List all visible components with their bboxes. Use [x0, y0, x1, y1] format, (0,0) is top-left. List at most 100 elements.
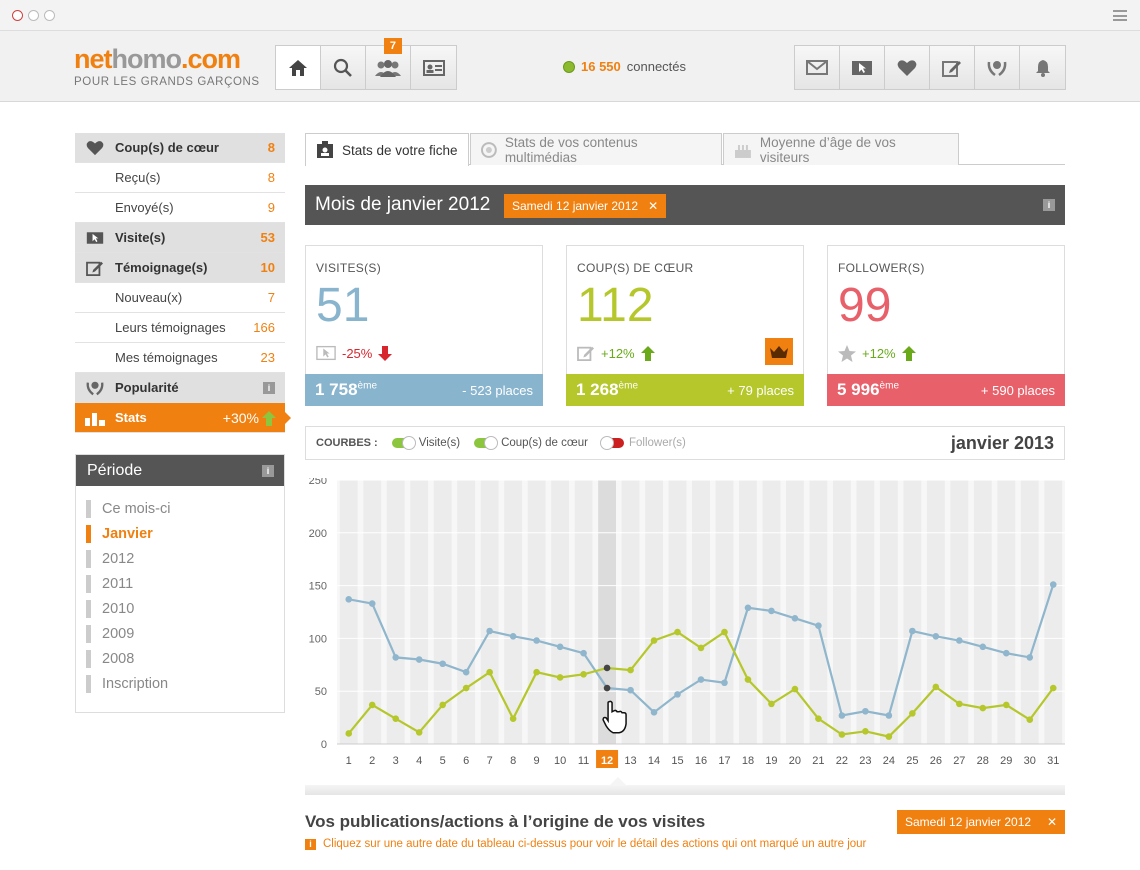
card-rank: 5 996ème: [837, 380, 899, 399]
card-places: + 79 places: [727, 382, 794, 398]
delta-value: +12%: [862, 346, 896, 361]
period-item[interactable]: 2009: [86, 625, 284, 650]
x-tick-label: 17: [718, 755, 730, 767]
popularity-button[interactable]: [975, 46, 1020, 89]
tab-stats-multimedia[interactable]: Stats de vos contenus multimédias: [470, 133, 722, 165]
data-point: [462, 684, 470, 692]
toggle-switch[interactable]: [474, 436, 499, 450]
toggle-followers[interactable]: Follower(s): [598, 436, 686, 450]
sidebar-item-coups[interactable]: Coup(s) de cœur 8: [75, 133, 285, 163]
day-column: [457, 480, 476, 744]
data-point: [462, 668, 470, 676]
sidebar-item-label: Envoyé(s): [115, 200, 174, 215]
data-point: [556, 643, 564, 651]
window-chrome: [0, 0, 1140, 31]
close-icon[interactable]: ✕: [1047, 815, 1057, 829]
period-item[interactable]: 2010: [86, 600, 284, 625]
hamburger-icon[interactable]: [1113, 10, 1127, 21]
month-title: Mois de janvier 2012: [315, 194, 491, 215]
toggle-coups[interactable]: Coup(s) de cœur: [470, 436, 588, 450]
cursor-icon: [316, 345, 336, 361]
write-button[interactable]: [930, 46, 975, 89]
data-point: [885, 712, 893, 719]
day-column: [1044, 480, 1063, 744]
data-point: [627, 666, 634, 674]
day-column: [480, 480, 499, 744]
data-point: [580, 671, 587, 678]
publications-date-pill[interactable]: Samedi 12 janvier 2012 ✕: [897, 810, 1065, 834]
selected-date-pill[interactable]: Samedi 12 janvier 2012 ✕: [504, 194, 667, 218]
day-column: [621, 480, 640, 744]
profile-card-button[interactable]: [411, 46, 456, 89]
minimize-dot[interactable]: [28, 10, 39, 21]
data-point: [697, 676, 705, 683]
search-button[interactable]: [321, 46, 366, 89]
toggle-switch[interactable]: [391, 436, 416, 450]
sidebar-item-popularite[interactable]: Popularité i: [75, 373, 285, 403]
data-point: [721, 679, 728, 687]
data-point: [1002, 649, 1010, 657]
data-point: [486, 668, 493, 676]
sidebar-item-recus[interactable]: Reçu(s) 8: [75, 163, 285, 193]
stat-card[interactable]: COUP(S) DE CŒUR 112 +12% 1 268ème + 79 place…: [566, 245, 804, 406]
sidebar-item-leurs[interactable]: Leurs témoignages 166: [75, 313, 285, 343]
sidebar-item-nouveaux[interactable]: Nouveau(x) 7: [75, 283, 285, 313]
home-button[interactable]: [276, 46, 321, 89]
stat-card[interactable]: VISITES(S) 51 -25% 1 758ème - 523 places: [305, 245, 543, 406]
notifications-button[interactable]: [1020, 46, 1065, 89]
sidebar-item-count: 7: [267, 290, 275, 305]
data-point: [603, 664, 611, 672]
x-tick-label: 27: [953, 755, 965, 767]
day-column: [1020, 480, 1039, 744]
period-item[interactable]: 2012: [86, 550, 284, 575]
id-badge-icon: [317, 141, 333, 158]
tab-stats-fiche[interactable]: Stats de votre fiche: [305, 133, 469, 166]
stat-card[interactable]: FOLLOWER(S) 99 +12% 5 996ème + 590 places: [827, 245, 1065, 406]
info-icon[interactable]: i: [262, 465, 274, 477]
close-icon[interactable]: ✕: [648, 199, 658, 213]
toggle-visites[interactable]: Visite(s): [388, 436, 460, 450]
day-column: [903, 480, 922, 744]
info-icon[interactable]: i: [263, 382, 275, 394]
y-tick-label: 200: [309, 528, 327, 540]
period-item[interactable]: Janvier: [86, 525, 284, 550]
data-point: [533, 637, 540, 644]
data-point: [979, 643, 987, 651]
period-item[interactable]: Inscription: [86, 675, 284, 700]
logo[interactable]: nethomo.com: [74, 44, 241, 75]
x-tick-label: 18: [742, 755, 754, 767]
tab-label: Stats de votre fiche: [342, 142, 458, 158]
day-column: [715, 480, 734, 744]
info-icon[interactable]: i: [1043, 199, 1055, 211]
data-point: [345, 596, 353, 603]
active-pointer: [285, 412, 291, 424]
toggle-switch[interactable]: [599, 436, 624, 450]
visits-button[interactable]: [840, 46, 885, 89]
laurel-icon: [86, 381, 104, 395]
day-column: [410, 480, 429, 744]
messages-button[interactable]: [795, 46, 840, 89]
period-header: Période i: [76, 455, 284, 486]
info-icon: i: [305, 838, 316, 850]
sidebar-item-stats[interactable]: Stats +30%: [75, 403, 291, 433]
sidebar-item-envoyes[interactable]: Envoyé(s) 9: [75, 193, 285, 223]
online-status: 16 550 connectés: [563, 59, 686, 74]
sidebar-item-visites[interactable]: Visite(s) 53: [75, 223, 285, 253]
friends-button[interactable]: 7: [366, 38, 411, 89]
x-tick-label: 13: [624, 755, 636, 767]
period-item[interactable]: 2011: [86, 575, 284, 600]
period-item[interactable]: 2008: [86, 650, 284, 675]
data-point: [392, 654, 400, 661]
sidebar-item-mes[interactable]: Mes témoignages 23: [75, 343, 285, 373]
data-point: [627, 686, 634, 694]
maximize-dot[interactable]: [44, 10, 55, 21]
period-item[interactable]: Ce mois-ci: [86, 500, 284, 525]
bell-icon: [1035, 59, 1050, 77]
data-point: [533, 668, 540, 676]
tab-moyenne-age[interactable]: Moyenne d’âge de vos visiteurs: [723, 133, 959, 165]
favorites-button[interactable]: [885, 46, 930, 89]
close-dot[interactable]: [12, 10, 23, 21]
data-point: [909, 710, 916, 717]
chart-svg[interactable]: 0501001502002501 2 3 4 5 6 7 8 9 10 11 12 13 14 15 16 17…: [305, 475, 1065, 790]
sidebar-item-temoignages[interactable]: Témoignage(s) 10: [75, 253, 285, 283]
